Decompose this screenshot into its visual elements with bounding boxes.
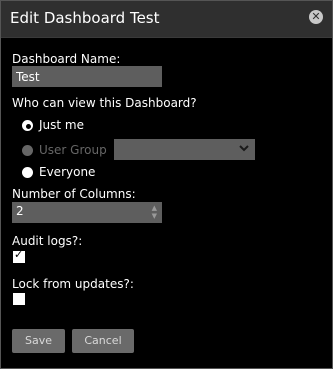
columns-stepper[interactable]: 2 ▲ ▼ (12, 202, 162, 223)
radio-everyone-button[interactable] (22, 166, 33, 178)
close-icon[interactable]: ✕ (309, 10, 323, 24)
radio-user-group-label: User Group (39, 143, 107, 157)
cancel-button[interactable]: Cancel (72, 329, 134, 353)
columns-label: Number of Columns: (12, 187, 136, 201)
chevron-down-icon (238, 142, 250, 157)
checkmark-icon: ✓ (14, 248, 24, 261)
radio-user-group[interactable]: User Group (22, 143, 107, 157)
lock-updates-label: Lock from updates?: (12, 277, 134, 291)
radio-just-me-label: Just me (39, 118, 84, 132)
save-button[interactable]: Save (12, 329, 65, 353)
radio-everyone-label: Everyone (39, 165, 96, 179)
stepper-down-icon[interactable]: ▼ (152, 213, 157, 220)
audit-logs-label: Audit logs?: (12, 234, 83, 248)
radio-user-group-button[interactable] (22, 144, 33, 156)
lock-updates-checkbox[interactable] (13, 293, 25, 305)
radio-everyone[interactable]: Everyone (22, 165, 95, 179)
user-group-select[interactable] (114, 139, 255, 160)
dialog-titlebar: Edit Dashboard Test ✕ (1, 1, 332, 38)
view-permission-label: Who can view this Dashboard? (12, 96, 197, 110)
audit-logs-checkbox[interactable]: ✓ (13, 248, 25, 263)
dialog-title: Edit Dashboard Test (10, 9, 160, 27)
columns-value: 2 (16, 204, 24, 218)
edit-dashboard-dialog: Edit Dashboard Test ✕ Dashboard Name: Wh… (0, 0, 333, 369)
radio-just-me-button[interactable] (22, 119, 33, 131)
dashboard-name-input[interactable] (12, 66, 162, 87)
radio-just-me[interactable]: Just me (22, 118, 84, 132)
stepper-up-icon[interactable]: ▲ (152, 205, 157, 212)
dashboard-name-label: Dashboard Name: (12, 52, 121, 66)
